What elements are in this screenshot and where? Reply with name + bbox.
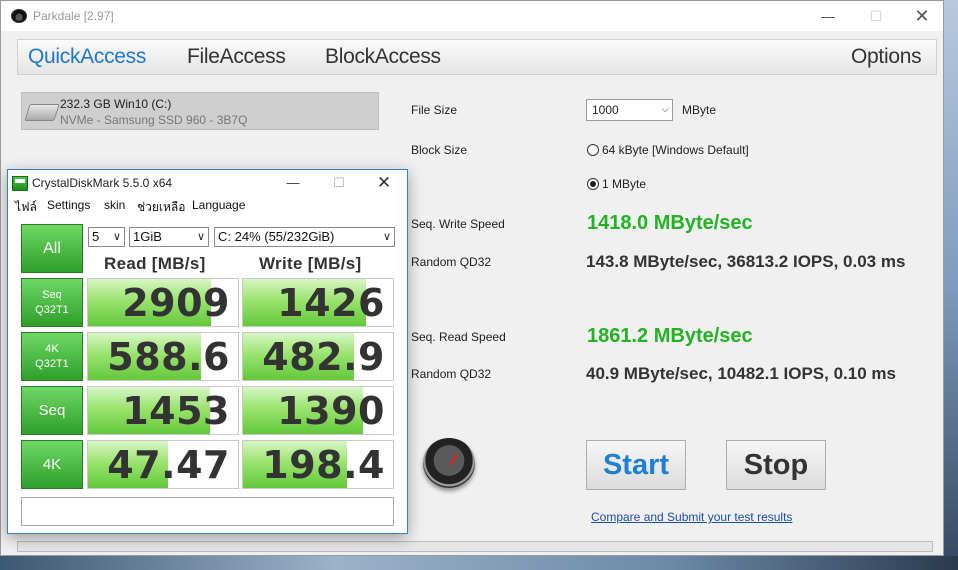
hard-drive-icon xyxy=(24,104,60,121)
file-size-unit: MByte xyxy=(682,103,717,117)
tab-fileaccess[interactable]: FileAccess xyxy=(187,45,286,69)
seq-write-value: 1418.0 MByte/sec xyxy=(587,212,753,234)
result-value: 588.6 xyxy=(107,335,230,379)
run-all-button[interactable]: All xyxy=(21,224,83,273)
parkdale-title: Parkdale [2.97] xyxy=(33,9,114,23)
cdm-minimize-button[interactable]: — xyxy=(270,170,316,196)
random-write-value: 143.8 MByte/sec, 36813.2 IOPS, 0.03 ms xyxy=(586,252,906,271)
block-size-1m-label: 1 MByte xyxy=(602,177,647,191)
row-label-line2: Q32T1 xyxy=(35,303,69,316)
desktop-background-right xyxy=(944,0,958,570)
block-size-64k-label: 64 kByte [Windows Default] xyxy=(602,143,749,157)
block-size-64k-radio[interactable] xyxy=(587,144,599,156)
drive-model: NVMe - Samsung SSD 960 - 3B7Q xyxy=(60,113,248,127)
desktop-background-bottom xyxy=(0,556,958,570)
seq-read-label: Seq. Read Speed xyxy=(411,330,506,344)
result-cell-read: 1453 xyxy=(87,386,239,435)
file-size-select[interactable]: 1000 ⌵ xyxy=(586,99,673,121)
test-seq-button[interactable]: Seq xyxy=(21,386,83,435)
chevron-down-icon: ∨ xyxy=(112,231,121,243)
random-write-label: Random QD32 xyxy=(411,255,492,269)
row-label-line1: Seq xyxy=(38,402,66,419)
cdm-menu-language[interactable]: Language xyxy=(192,198,245,212)
block-size-1m-radio[interactable] xyxy=(587,178,599,190)
result-cell-read: 2909 xyxy=(87,278,239,327)
test-4k-q32t1-button[interactable]: 4K Q32T1 xyxy=(21,332,83,381)
speedometer-needle xyxy=(449,453,459,466)
test-seq-q32t1-button[interactable]: Seq Q32T1 xyxy=(21,278,83,327)
result-cell-write: 1426 xyxy=(242,278,394,327)
cdm-maximize-button[interactable]: ☐ xyxy=(316,170,362,196)
result-cell-read: 588.6 xyxy=(87,332,239,381)
row-label-line2: Q32T1 xyxy=(35,357,69,370)
cdm-close-button[interactable]: ✕ xyxy=(361,170,407,196)
crystaldiskmark-app-icon xyxy=(12,176,28,191)
row-label-line1: 4K xyxy=(42,456,62,473)
row-label-line1: 4K xyxy=(45,342,59,355)
close-button[interactable]: ✕ xyxy=(899,1,945,31)
comment-input[interactable] xyxy=(21,497,394,526)
compare-results-link[interactable]: Compare and Submit your test results xyxy=(591,510,792,524)
result-value: 1390 xyxy=(277,389,385,433)
random-read-label: Random QD32 xyxy=(411,367,492,381)
block-size-label: Block Size xyxy=(411,143,468,157)
test-size-select[interactable]: 1GiB ∨ xyxy=(129,227,209,247)
result-cell-write: 198.4 xyxy=(242,440,394,489)
seq-read-value: 1861.2 MByte/sec xyxy=(587,325,753,347)
drive-name: 232.3 GB Win10 (C:) xyxy=(60,97,172,111)
file-size-label: File Size xyxy=(411,103,458,117)
progress-bar xyxy=(17,541,933,552)
test-drive-select[interactable]: C: 24% (55/232GiB) ∨ xyxy=(214,227,395,247)
result-cell-write: 482.9 xyxy=(242,332,394,381)
result-cell-read: 47.47 xyxy=(87,440,239,489)
crystaldiskmark-window: CrystalDiskMark 5.5.0 x64 — ☐ ✕ ไฟล์ Set… xyxy=(7,169,408,534)
chevron-down-icon: ⌵ xyxy=(661,104,669,115)
random-read-value: 40.9 MByte/sec, 10482.1 IOPS, 0.10 ms xyxy=(586,364,896,383)
parkdale-tab-bar: QuickAccess FileAccess BlockAccess Optio… xyxy=(17,39,937,75)
test-count-select[interactable]: 5 ∨ xyxy=(88,227,125,247)
parkdale-titlebar: Parkdale [2.97] — ☐ ✕ xyxy=(1,1,943,31)
result-value: 1453 xyxy=(122,389,230,433)
write-column-header: Write [MB/s] xyxy=(259,254,362,273)
tab-blockaccess[interactable]: BlockAccess xyxy=(325,45,441,69)
row-label-line1: Seq xyxy=(42,288,62,301)
chevron-down-icon: ∨ xyxy=(382,231,391,243)
test-size-value: 1GiB xyxy=(133,229,162,244)
cdm-menubar: ไฟล์ Settings skin ช่วยเหลือ Language xyxy=(8,196,407,216)
result-cell-write: 1390 xyxy=(242,386,394,435)
test-count-value: 5 xyxy=(92,229,100,244)
cdm-titlebar: CrystalDiskMark 5.5.0 x64 — ☐ ✕ xyxy=(8,170,407,196)
start-button[interactable]: Start xyxy=(586,440,686,490)
parkdale-app-icon xyxy=(11,9,27,23)
result-value: 47.47 xyxy=(107,443,230,487)
test-4k-button[interactable]: 4K xyxy=(21,440,83,489)
cdm-menu-skin[interactable]: skin xyxy=(104,198,125,212)
file-size-value: 1000 xyxy=(592,103,619,117)
result-value: 1426 xyxy=(277,281,385,325)
stop-button[interactable]: Stop xyxy=(726,440,826,490)
result-value: 198.4 xyxy=(262,443,385,487)
chevron-down-icon: ∨ xyxy=(196,231,205,243)
cdm-title: CrystalDiskMark 5.5.0 x64 xyxy=(32,176,173,190)
speedometer-icon xyxy=(423,438,475,488)
result-value: 482.9 xyxy=(262,335,385,379)
read-column-header: Read [MB/s] xyxy=(104,254,206,273)
test-drive-value: C: 24% (55/232GiB) xyxy=(218,229,335,244)
cdm-menu-file[interactable]: ไฟล์ xyxy=(15,198,37,217)
tab-quickaccess[interactable]: QuickAccess xyxy=(28,45,146,69)
seq-write-label: Seq. Write Speed xyxy=(411,217,505,231)
result-value: 2909 xyxy=(122,281,230,325)
tab-options[interactable]: Options xyxy=(851,45,922,69)
minimize-button[interactable]: — xyxy=(805,1,851,31)
cdm-menu-help[interactable]: ช่วยเหลือ xyxy=(137,198,186,217)
drive-list-item[interactable]: 232.3 GB Win10 (C:) NVMe - Samsung SSD 9… xyxy=(21,92,379,130)
cdm-menu-settings[interactable]: Settings xyxy=(47,198,90,212)
maximize-button[interactable]: ☐ xyxy=(853,1,899,31)
